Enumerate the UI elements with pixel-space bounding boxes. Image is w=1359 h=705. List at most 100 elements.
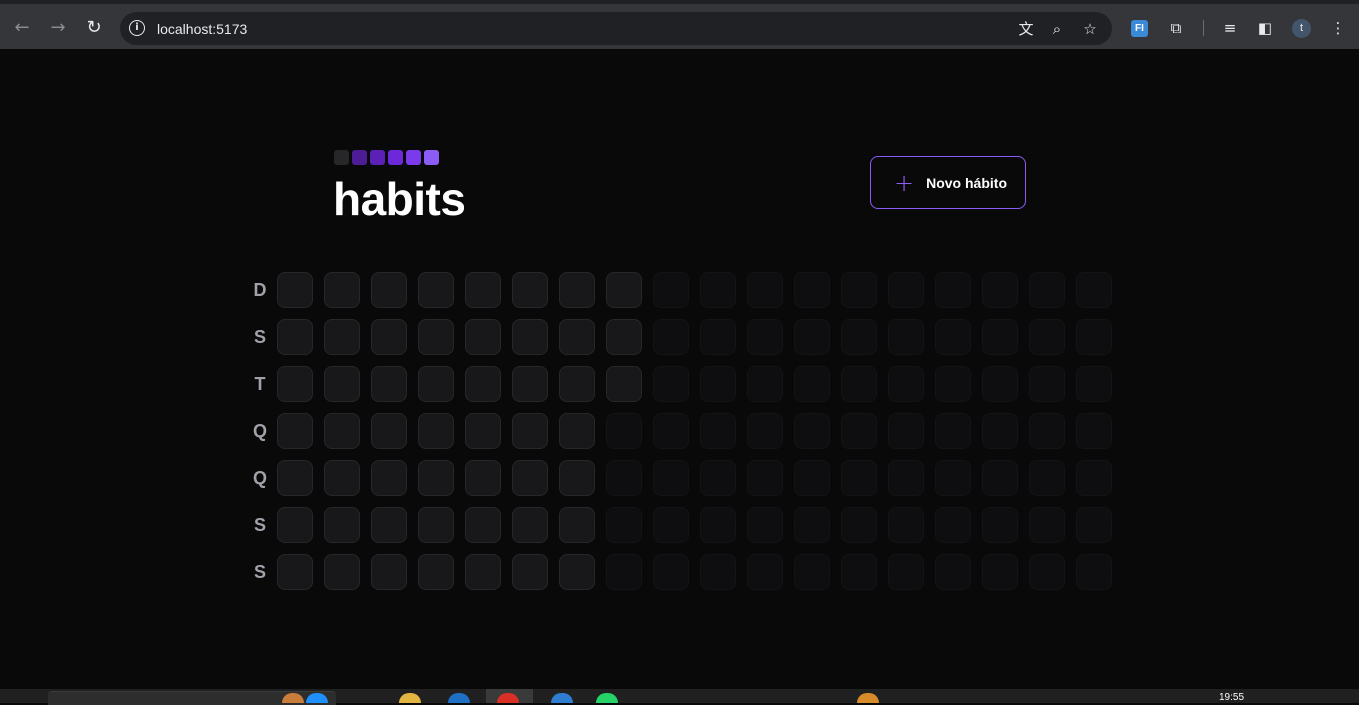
menu-kebab-icon[interactable]: ⋮ xyxy=(1327,17,1349,39)
site-info-icon[interactable]: i xyxy=(129,20,145,36)
habit-day[interactable] xyxy=(559,554,595,590)
habit-day[interactable] xyxy=(512,366,548,402)
reload-icon[interactable]: ↻ xyxy=(80,13,108,41)
placeholder-day xyxy=(888,413,924,449)
habit-day[interactable] xyxy=(465,413,501,449)
habit-day[interactable] xyxy=(512,460,548,496)
habit-day[interactable] xyxy=(512,507,548,543)
placeholder-day xyxy=(935,366,971,402)
toolbar-separator xyxy=(1203,20,1204,36)
file-explorer-icon[interactable] xyxy=(399,693,421,703)
week-day-label: Q xyxy=(252,468,267,488)
browser-toolbar: ← → ↻ i localhost:5173 文 ⌕ ☆ FI ⧉ ≡ ◧ t … xyxy=(0,0,1359,49)
taskbar-app-icon[interactable] xyxy=(448,693,470,703)
placeholder-day xyxy=(794,366,830,402)
habit-day[interactable] xyxy=(277,460,313,496)
extensions-icon[interactable]: ⧉ xyxy=(1165,17,1187,39)
forward-icon[interactable]: → xyxy=(44,13,72,41)
habit-day[interactable] xyxy=(559,507,595,543)
habit-day[interactable] xyxy=(277,272,313,308)
habit-day[interactable] xyxy=(418,366,454,402)
habit-day[interactable] xyxy=(418,319,454,355)
translate-icon[interactable]: 文 xyxy=(1015,18,1037,40)
habit-day[interactable] xyxy=(324,460,360,496)
habit-day[interactable] xyxy=(559,413,595,449)
url-text[interactable]: localhost:5173 xyxy=(157,21,247,37)
habit-day[interactable] xyxy=(512,272,548,308)
habit-day[interactable] xyxy=(606,272,642,308)
habit-day[interactable] xyxy=(371,507,407,543)
placeholder-day xyxy=(1076,413,1112,449)
habit-day[interactable] xyxy=(606,366,642,402)
placeholder-day xyxy=(982,460,1018,496)
habit-day[interactable] xyxy=(371,554,407,590)
habit-day[interactable] xyxy=(559,319,595,355)
habit-day[interactable] xyxy=(277,366,313,402)
habit-day[interactable] xyxy=(512,319,548,355)
profile-avatar[interactable]: t xyxy=(1292,19,1311,38)
week-day-label: Q xyxy=(252,421,267,441)
placeholder-day xyxy=(1076,507,1112,543)
habit-day[interactable] xyxy=(512,413,548,449)
plus-icon: + xyxy=(894,168,915,197)
habit-day[interactable] xyxy=(324,366,360,402)
habits-logo-squares xyxy=(334,150,439,165)
extension-fi-icon[interactable]: FI xyxy=(1131,20,1148,37)
habit-day[interactable] xyxy=(418,554,454,590)
vscode-icon[interactable] xyxy=(551,693,573,703)
habit-day[interactable] xyxy=(465,554,501,590)
habit-day[interactable] xyxy=(371,272,407,308)
placeholder-day xyxy=(606,413,642,449)
bookmark-star-icon[interactable]: ☆ xyxy=(1079,18,1101,40)
habit-day[interactable] xyxy=(465,366,501,402)
habit-day[interactable] xyxy=(371,366,407,402)
placeholder-day xyxy=(935,460,971,496)
week-day-label: S xyxy=(253,562,266,582)
habit-day[interactable] xyxy=(277,507,313,543)
habit-day[interactable] xyxy=(465,507,501,543)
habit-day[interactable] xyxy=(512,554,548,590)
habit-day[interactable] xyxy=(371,413,407,449)
placeholder-day xyxy=(1029,507,1065,543)
taskbar-app-icon[interactable] xyxy=(857,693,879,703)
whatsapp-icon[interactable] xyxy=(596,693,618,703)
habit-day[interactable] xyxy=(559,366,595,402)
habit-day[interactable] xyxy=(465,319,501,355)
placeholder-day xyxy=(982,554,1018,590)
habit-day[interactable] xyxy=(418,460,454,496)
placeholder-day xyxy=(888,272,924,308)
habit-day[interactable] xyxy=(418,507,454,543)
back-icon[interactable]: ← xyxy=(8,13,36,41)
habit-day[interactable] xyxy=(606,319,642,355)
placeholder-day xyxy=(841,366,877,402)
habit-day[interactable] xyxy=(324,554,360,590)
placeholder-day xyxy=(935,413,971,449)
habit-day[interactable] xyxy=(277,319,313,355)
habit-day[interactable] xyxy=(277,413,313,449)
habit-day[interactable] xyxy=(324,413,360,449)
week-day-label: S xyxy=(253,327,266,347)
new-habit-button[interactable]: + Novo hábito xyxy=(870,156,1026,209)
habit-day[interactable] xyxy=(324,319,360,355)
placeholder-day xyxy=(1076,554,1112,590)
habit-day[interactable] xyxy=(465,272,501,308)
habit-day[interactable] xyxy=(418,272,454,308)
side-panel-icon[interactable]: ◧ xyxy=(1254,17,1276,39)
placeholder-day xyxy=(982,366,1018,402)
habit-day[interactable] xyxy=(559,272,595,308)
media-control-icon[interactable]: ≡ xyxy=(1219,17,1241,39)
habit-day[interactable] xyxy=(418,413,454,449)
placeholder-day xyxy=(653,460,689,496)
habit-day[interactable] xyxy=(277,554,313,590)
habit-day[interactable] xyxy=(324,507,360,543)
placeholder-day xyxy=(653,413,689,449)
habit-day[interactable] xyxy=(371,460,407,496)
habit-day[interactable] xyxy=(559,460,595,496)
placeholder-day xyxy=(700,272,736,308)
address-bar[interactable]: i localhost:5173 文 ⌕ ☆ xyxy=(120,12,1112,45)
habit-day[interactable] xyxy=(371,319,407,355)
zoom-icon[interactable]: ⌕ xyxy=(1046,18,1068,40)
habit-day[interactable] xyxy=(324,272,360,308)
habit-day[interactable] xyxy=(465,460,501,496)
placeholder-day xyxy=(982,319,1018,355)
